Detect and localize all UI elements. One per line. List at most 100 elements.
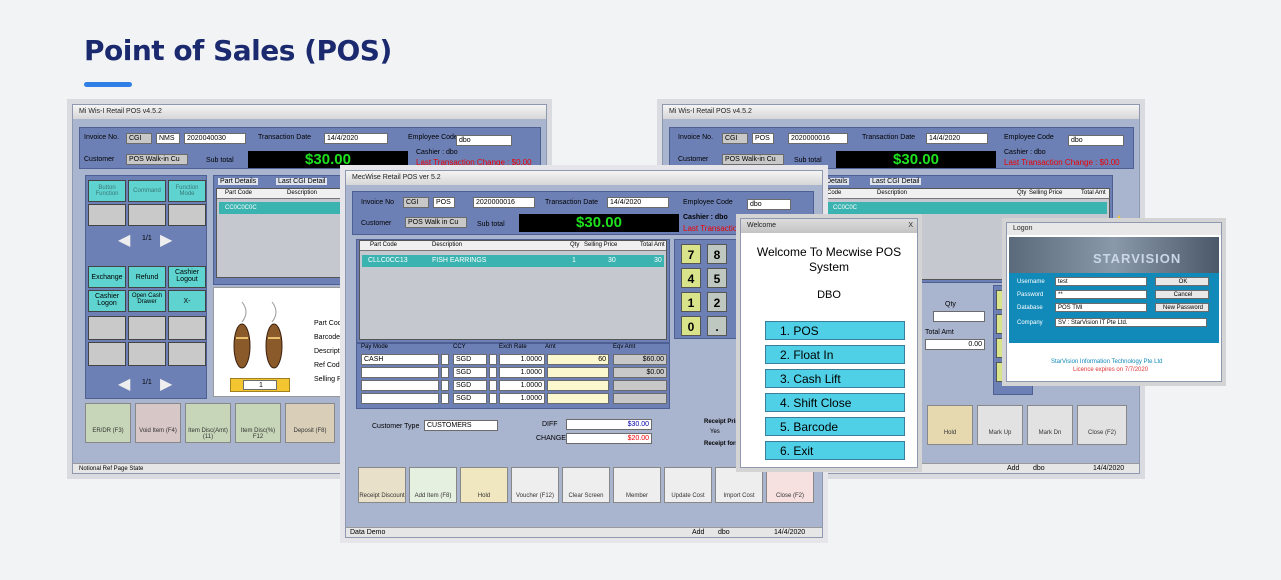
menu-barcode[interactable]: 5. Barcode: [765, 417, 905, 436]
items-grid[interactable]: Part Code Description Qty Selling Price …: [359, 240, 667, 340]
customer-field[interactable]: POS Walk in Cu: [405, 217, 467, 228]
clear-screen-button[interactable]: Clear Screen: [562, 467, 610, 503]
menu-pos[interactable]: 1. POS: [765, 321, 905, 340]
invoice-type-field[interactable]: POS: [433, 197, 455, 208]
hold-button[interactable]: Hold: [927, 405, 973, 445]
empty-slot[interactable]: [128, 342, 166, 366]
er-dr-button[interactable]: ER/DR (F3): [85, 403, 131, 443]
prev-page-icon[interactable]: ◀: [118, 374, 130, 394]
qty-field[interactable]: [933, 311, 985, 322]
key-dot[interactable]: .: [707, 316, 727, 336]
hold-button[interactable]: Hold: [460, 467, 508, 503]
receipt-yes-radio[interactable]: Yes: [710, 429, 720, 435]
ccy-field[interactable]: SGD: [453, 393, 487, 404]
empty-slot[interactable]: [128, 204, 166, 226]
key-4[interactable]: 4: [681, 268, 701, 288]
button-function[interactable]: Button Function: [88, 180, 126, 202]
ccy-field[interactable]: SGD: [453, 380, 487, 391]
empty-slot[interactable]: [168, 316, 206, 340]
new-password-button[interactable]: New Password: [1155, 303, 1209, 312]
member-button[interactable]: Member: [613, 467, 661, 503]
database-select[interactable]: POS TMI: [1055, 303, 1147, 312]
amount-field[interactable]: 60: [547, 354, 609, 365]
voucher-button[interactable]: Voucher (F12): [511, 467, 559, 503]
exch-rate-field[interactable]: 1.0000: [499, 393, 545, 404]
invoice-number-field[interactable]: 2020000016: [473, 197, 535, 208]
x-report-button[interactable]: X-REPORT: [168, 290, 206, 327]
close-button[interactable]: Close (F2): [1077, 405, 1127, 445]
function-mode-button[interactable]: Function Mode: [168, 180, 206, 202]
pay-mode-lookup-button[interactable]: [441, 354, 449, 365]
empty-slot[interactable]: [88, 316, 126, 340]
table-row[interactable]: CLLC0CC13 FISH EARRINGS 1 30 30: [362, 255, 664, 267]
empty-slot[interactable]: [168, 342, 206, 366]
invoice-number-field[interactable]: 2020040030: [184, 133, 246, 144]
next-page-icon[interactable]: ▶: [160, 374, 172, 394]
transaction-date-field[interactable]: 14/4/2020: [324, 133, 388, 144]
ccy-lookup-button[interactable]: [489, 393, 497, 404]
ccy-field[interactable]: SGD: [453, 367, 487, 378]
exchange-button[interactable]: Exchange: [88, 266, 126, 288]
invoice-number-field[interactable]: 2020000016: [788, 133, 848, 144]
exch-rate-field[interactable]: 1.0000: [499, 380, 545, 391]
tab-part-details[interactable]: Part Details: [218, 178, 259, 185]
close-button[interactable]: Close (F2): [766, 467, 814, 503]
item-disc-pct-button[interactable]: Item Disc(%) F12: [235, 403, 281, 443]
ok-button[interactable]: OK: [1155, 277, 1209, 286]
amount-field[interactable]: [547, 380, 609, 391]
pay-mode-lookup-button[interactable]: [441, 393, 449, 404]
amount-field[interactable]: [547, 393, 609, 404]
quantity-stepper[interactable]: 1: [230, 378, 290, 392]
mark-up-button[interactable]: Mark Up: [977, 405, 1023, 445]
password-field[interactable]: **: [1055, 290, 1147, 299]
menu-float-in[interactable]: 2. Float In: [765, 345, 905, 364]
ccy-field[interactable]: SGD: [453, 354, 487, 365]
empty-slot[interactable]: [88, 204, 126, 226]
next-page-icon[interactable]: ▶: [160, 230, 172, 250]
pay-mode-lookup-button[interactable]: [441, 367, 449, 378]
customer-field[interactable]: POS Walk-in Cu: [126, 154, 188, 165]
table-row[interactable]: CC0C0C: [827, 202, 1107, 214]
prev-page-icon[interactable]: ◀: [118, 230, 130, 250]
invoice-prefix-field[interactable]: CGI: [722, 133, 748, 144]
deposit-button[interactable]: Deposit (F8): [285, 403, 335, 443]
key-5[interactable]: 5: [707, 268, 727, 288]
mark-dn-button[interactable]: Mark Dn: [1027, 405, 1073, 445]
add-item-button[interactable]: Add Item (F8): [409, 467, 457, 503]
customer-type-field[interactable]: CUSTOMERS: [424, 420, 498, 431]
tab-last-cgi[interactable]: Last CGI Detail: [870, 178, 922, 185]
pay-mode-field[interactable]: [361, 367, 439, 378]
item-disc-amt-button[interactable]: Item Disc(Amt) (11): [185, 403, 231, 443]
menu-shift-close[interactable]: 4. Shift Close: [765, 393, 905, 412]
receipt-discount-button[interactable]: Receipt Discount: [358, 467, 406, 503]
amount-field[interactable]: [547, 367, 609, 378]
update-cost-button[interactable]: Update Cost: [664, 467, 712, 503]
close-icon[interactable]: X: [908, 219, 913, 233]
employee-code-field[interactable]: dbo: [1068, 135, 1124, 146]
open-cash-drawer-button[interactable]: Open Cash Drawer: [128, 290, 166, 312]
employee-code-field[interactable]: dbo: [747, 199, 791, 210]
void-item-button[interactable]: Void Item (F4): [135, 403, 181, 443]
pay-mode-field[interactable]: [361, 380, 439, 391]
cashier-logout-button[interactable]: Cashier Logout: [168, 266, 206, 288]
ccy-lookup-button[interactable]: [489, 354, 497, 365]
invoice-prefix-field[interactable]: CGI: [126, 133, 152, 144]
tab-details[interactable]: Details: [824, 178, 850, 185]
company-select[interactable]: SV : StarVision IT Pte Ltd.: [1055, 318, 1207, 327]
menu-cash-lift[interactable]: 3. Cash Lift: [765, 369, 905, 388]
key-8[interactable]: 8: [707, 244, 727, 264]
invoice-type-field[interactable]: NMS: [156, 133, 180, 144]
empty-slot[interactable]: [128, 316, 166, 340]
pay-mode-lookup-button[interactable]: [441, 380, 449, 391]
tab-last-cgi[interactable]: Last CGI Detail: [276, 178, 328, 185]
ccy-lookup-button[interactable]: [489, 380, 497, 391]
key-1[interactable]: 1: [681, 292, 701, 312]
username-field[interactable]: test: [1055, 277, 1147, 286]
empty-slot[interactable]: [168, 204, 206, 226]
cashier-logon-button[interactable]: Cashier Logon: [88, 290, 126, 312]
invoice-prefix-field[interactable]: CGI: [403, 197, 429, 208]
ccy-lookup-button[interactable]: [489, 367, 497, 378]
pay-mode-field[interactable]: [361, 393, 439, 404]
empty-slot[interactable]: [88, 342, 126, 366]
pay-mode-field[interactable]: CASH: [361, 354, 439, 365]
